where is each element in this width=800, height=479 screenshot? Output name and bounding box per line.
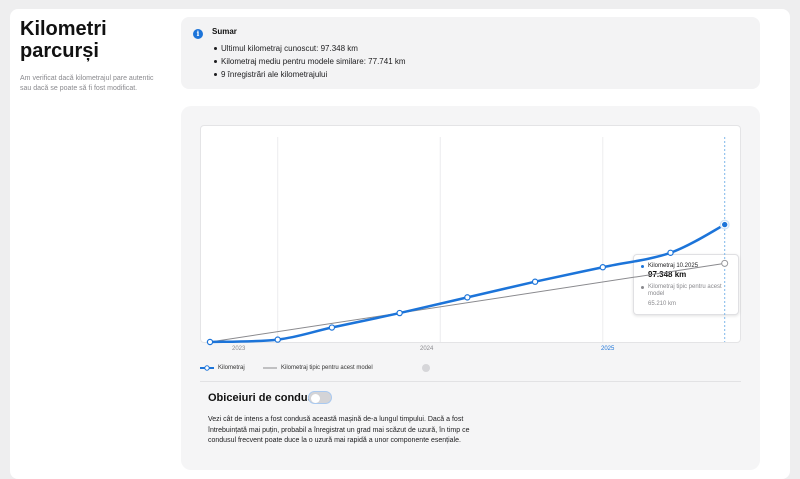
summary-item: Ultimul kilometraj cunoscut: 97.348 km xyxy=(214,42,406,55)
chart-tooltip: Kilometraj 10.2025 97.348 km Kilometraj … xyxy=(633,254,739,315)
summary-item: 9 înregistrări ale kilometrajului xyxy=(214,68,406,81)
mileage-chart-panel: 2023 2024 2025 Kilometraj 10.2025 97.348… xyxy=(181,106,760,470)
typical-dot-icon xyxy=(641,286,644,289)
typical-legend-icon xyxy=(263,367,277,369)
summary-item: Kilometraj mediu pentru modele similare:… xyxy=(214,57,406,66)
legend-typical: Kilometraj tipic pentru acest model xyxy=(281,365,373,371)
driving-habits-title: Obiceiuri de condus xyxy=(208,392,314,404)
tooltip-typical-value: 65.210 km xyxy=(648,301,677,307)
divider xyxy=(200,381,741,382)
help-icon[interactable] xyxy=(422,364,430,372)
tooltip-typical-label: Kilometraj tipic pentru acest model xyxy=(648,284,722,297)
driving-habits-description: Vezi cât de intens a fost condusă aceast… xyxy=(208,416,470,444)
toggle-knob xyxy=(311,393,320,403)
x-tick-label: 2025 xyxy=(601,346,615,352)
summary-list: Ultimul kilometraj cunoscut: 97.348 km K… xyxy=(214,42,406,81)
legend-mileage: Kilometraj xyxy=(218,365,245,371)
mileage-dot-icon xyxy=(641,265,644,268)
driving-habits-toggle[interactable] xyxy=(308,391,332,404)
x-tick-label: 2023 xyxy=(232,346,246,352)
x-tick-label: 2024 xyxy=(420,346,434,352)
info-icon: i xyxy=(193,29,203,39)
page-header: Kilometri parcurși Am verificat dacă kil… xyxy=(20,18,175,94)
page-description: Am verificat dacă kilometrajul pare aute… xyxy=(20,75,154,92)
summary-title: Sumar xyxy=(212,27,237,36)
tooltip-label: Kilometraj 10.2025 xyxy=(648,263,699,269)
page-title: Kilometri parcurși xyxy=(20,18,107,62)
summary-box: i Sumar Ultimul kilometraj cunoscut: 97.… xyxy=(181,17,760,89)
mileage-legend-icon xyxy=(200,365,214,371)
tooltip-value: 97.348 km xyxy=(648,270,687,279)
